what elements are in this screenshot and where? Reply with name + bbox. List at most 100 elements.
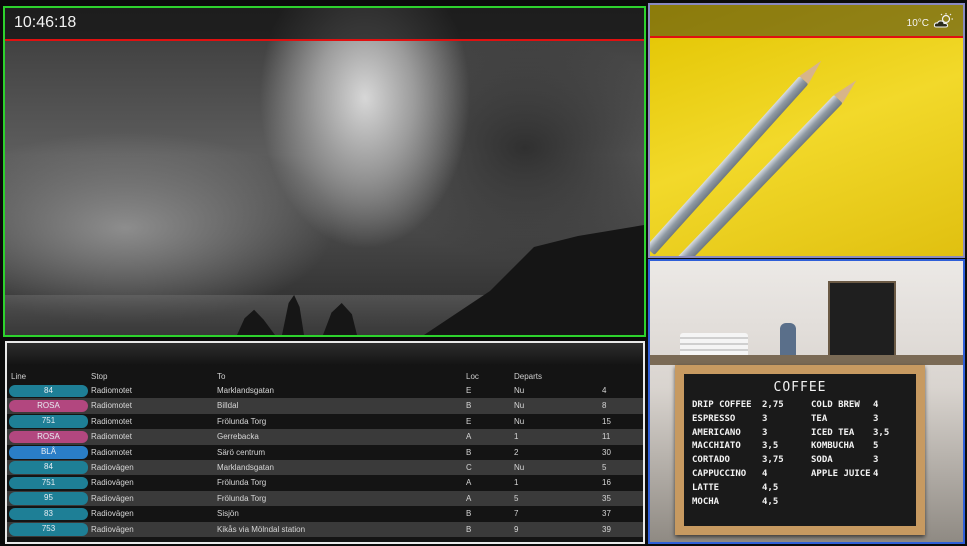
departures-panel: Line Stop To Loc Departs 84 Radiomotet M… — [5, 341, 645, 544]
line-badge: 751 — [9, 415, 88, 428]
stop-cell: Radiomotet — [91, 401, 132, 411]
header-departs: Departs — [514, 372, 543, 381]
departs-cell: Nu — [514, 462, 525, 472]
table-row: 95 Radiovägen Frölunda Torg A 5 35 — [7, 490, 643, 507]
next-cell: 5 — [602, 462, 607, 472]
menu-item: KOMBUCHA 5 — [811, 441, 879, 452]
stop-cell: Radiovägen — [91, 524, 134, 534]
stop-cell: Radiomotet — [91, 416, 132, 426]
menu-item: DRIP COFFEE 2,75 — [692, 400, 784, 410]
clock: 10:46:18 — [14, 14, 77, 31]
menu-item: APPLE JUICE 4 — [811, 468, 879, 479]
weather-bar: 10°C — [650, 5, 963, 38]
departures-rows: 84 Radiomotet Marklandsgatan E Nu 4 ROSA… — [7, 383, 643, 537]
destination-cell: Gerrebacka — [217, 432, 259, 442]
header-to: To — [217, 372, 226, 381]
menu-item: CAPPUCCINO 4 — [692, 468, 768, 479]
location-cell: B — [466, 524, 472, 534]
departs-cell: 1 — [514, 478, 519, 488]
next-cell: 16 — [602, 478, 611, 488]
line-badge: 751 — [9, 476, 88, 490]
weather-widget: 10°C — [907, 13, 955, 33]
temperature: 10°C — [906, 17, 929, 29]
stop-cell: Radiovägen — [91, 509, 134, 519]
stop-cell: Radiomotet — [91, 386, 132, 395]
table-row: 83 Radiovägen Sisjön B 7 37 — [7, 506, 643, 521]
departures-header: Line Stop To Loc Departs — [7, 369, 643, 383]
table-row: ROSA Radiomotet Billdal B Nu 8 — [7, 398, 643, 414]
photo-panel-pencils: 10°C — [648, 3, 965, 258]
location-cell: E — [466, 386, 472, 395]
location-cell: B — [466, 447, 472, 457]
stop-cell: Radiomotet — [91, 432, 132, 442]
line-badge: ROSA — [9, 430, 88, 444]
menu-item: MACCHIATO 3,5 — [692, 441, 779, 452]
header-line: Line — [11, 372, 27, 381]
location-cell: A — [466, 432, 472, 442]
next-cell: 11 — [602, 432, 611, 442]
clock-bar: 10:46:18 — [5, 8, 644, 41]
table-row: ROSA Radiomotet Gerrebacka A 1 11 — [7, 429, 643, 445]
destination-cell: Kikås via Mölndal station — [217, 524, 306, 534]
menu-item: ESPRESSO 3 — [692, 413, 768, 424]
counter-shelf — [650, 355, 963, 365]
table-row: 84 Radiomotet Marklandsgatan E Nu 4 — [7, 383, 643, 398]
line-badge: 83 — [9, 507, 88, 521]
destination-cell: Särö centrum — [217, 447, 266, 457]
menu-item: AMERICANO 3 — [692, 427, 768, 438]
departs-cell: Nu — [514, 401, 525, 411]
next-cell: 39 — [602, 524, 611, 534]
line-badge: 753 — [9, 523, 88, 536]
menu-column-left: DRIP COFFEE 2,75 ESPRESSO 3 AMERICANO 3 MAC… — [692, 400, 784, 510]
destination-cell: Frölunda Torg — [217, 478, 267, 488]
stop-cell: Radiomotet — [91, 447, 132, 457]
location-cell: A — [466, 493, 472, 503]
line-badge: 84 — [9, 384, 88, 397]
departs-cell: 1 — [514, 432, 519, 442]
line-badge: 95 — [9, 492, 88, 505]
coffee-menu-board: COFFEE DRIP COFFEE 2,75 ESPRESSO 3 AMERICA… — [675, 365, 925, 535]
menu-column-right: COLD BREW 4 TEA 3 ICED TEA 3,5 KOMBUCHA 5 SO… — [811, 400, 889, 483]
table-row: BLÅ Radiomotet Särö centrum B 2 30 — [7, 445, 643, 460]
destination-cell: Marklandsgatan — [217, 386, 274, 395]
destination-cell: Marklandsgatan — [217, 462, 274, 472]
destination-cell: Frölunda Torg — [217, 416, 267, 426]
cliff-silhouette — [424, 225, 644, 335]
header-stop: Stop — [91, 372, 108, 381]
location-cell: A — [466, 478, 472, 488]
table-row: 84 Radiovägen Marklandsgatan C Nu 5 — [7, 459, 643, 476]
background-menu-sign — [828, 281, 896, 359]
departs-cell: 9 — [514, 524, 519, 534]
destination-cell: Billdal — [217, 401, 239, 411]
location-cell: C — [466, 462, 472, 472]
destination-cell: Sisjön — [217, 509, 239, 519]
partly-cloudy-icon — [933, 13, 955, 33]
next-cell: 15 — [602, 416, 611, 426]
departs-cell: Nu — [514, 416, 525, 426]
stop-cell: Radiovägen — [91, 462, 134, 472]
line-badge: 84 — [9, 461, 88, 474]
next-cell: 30 — [602, 447, 611, 457]
next-cell: 4 — [602, 386, 607, 395]
menu-item: ICED TEA 3,5 — [811, 427, 890, 438]
stop-cell: Radiovägen — [91, 478, 134, 488]
board-title: COFFEE — [773, 380, 827, 395]
location-cell: B — [466, 401, 472, 411]
departs-cell: 2 — [514, 447, 519, 457]
menu-item: CORTADO 3,75 — [692, 455, 784, 466]
departs-cell: Nu — [514, 386, 525, 395]
pencil-image — [650, 76, 809, 256]
stop-cell: Radiovägen — [91, 493, 134, 503]
table-row: 751 Radiovägen Frölunda Torg A 1 16 — [7, 475, 643, 490]
departs-cell: 5 — [514, 493, 519, 503]
table-row: 751 Radiomotet Frölunda Torg E Nu 15 — [7, 414, 643, 429]
next-cell: 35 — [602, 493, 611, 503]
photo-panel-sea-stacks: 10:46:18 — [3, 6, 646, 337]
departs-cell: 7 — [514, 509, 519, 519]
bottle — [780, 323, 796, 359]
photo-panel-coffee-shop: COFFEE DRIP COFFEE 2,75 ESPRESSO 3 AMERICA… — [648, 259, 965, 544]
location-cell: B — [466, 509, 472, 519]
menu-item: TEA 3 — [811, 413, 879, 424]
line-badge: ROSA — [9, 399, 88, 413]
next-cell: 8 — [602, 401, 607, 411]
